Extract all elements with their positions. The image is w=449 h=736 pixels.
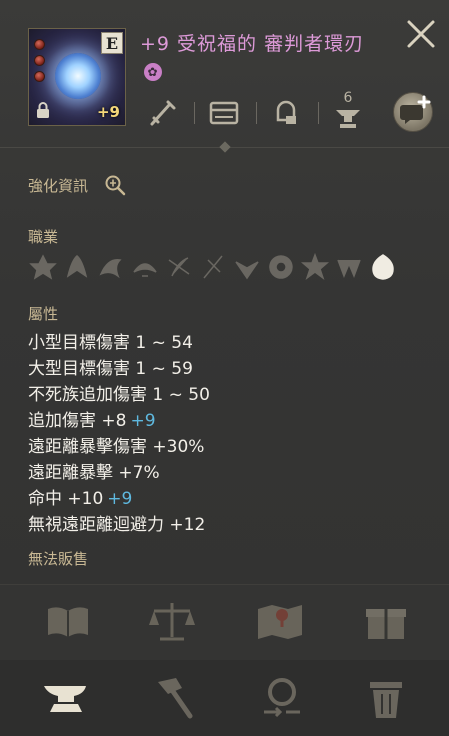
close-icon[interactable] <box>403 16 439 52</box>
stat-label: 無視遠距離迴避力 +12 <box>28 515 206 535</box>
class-icon-6 <box>203 255 223 279</box>
magnify-swap-icon[interactable] <box>256 672 308 724</box>
stat-bonus: +9 <box>130 411 156 431</box>
stat-row: 遠距離暴擊傷害 +30% <box>28 434 428 460</box>
class-icon-1 <box>29 254 57 280</box>
stat-label: 遠距離暴擊 +7% <box>28 463 160 483</box>
item-orb-image <box>55 53 101 99</box>
stat-label: 大型目標傷害 1 ~ 59 <box>28 359 193 379</box>
weapon-icon[interactable] <box>142 92 182 132</box>
stat-row: 小型目標傷害 1 ~ 54 <box>28 330 428 356</box>
socket-gem-icon <box>34 71 45 82</box>
grade-badge: E <box>101 32 123 54</box>
class-icon-11 <box>372 254 394 280</box>
toolbar-separator <box>318 102 319 124</box>
toolbar-separator <box>194 102 195 124</box>
socket-gem-icon <box>34 55 45 66</box>
anvil-icon[interactable] <box>40 672 92 724</box>
stat-label: 命中 +10 <box>28 489 104 509</box>
stat-label: 追加傷害 +8 <box>28 411 127 431</box>
trash-icon[interactable] <box>360 672 412 724</box>
attributes-label: 屬性 <box>28 305 59 323</box>
stat-row: 遠距離暴擊 +7% <box>28 460 428 486</box>
enhance-info-label[interactable]: 強化資訊 <box>28 175 88 196</box>
map-icon[interactable] <box>254 595 306 647</box>
item-title-text: +9 受祝福的 審判者環刃 <box>140 33 365 55</box>
item-icon-frame[interactable]: E +9 <box>28 28 126 126</box>
stat-label: 遠距離暴擊傷害 +30% <box>28 437 205 457</box>
magnifier-icon[interactable] <box>104 174 126 196</box>
stat-row: 追加傷害 +8 +9 <box>28 408 428 434</box>
item-tooltip-panel: E +9 +9 受祝福的 審判者環刃 ✿ 6 強化資訊 職業 屬性 小型目標傷害 … <box>0 0 449 736</box>
stat-label: 不死族追加傷害 1 ~ 50 <box>28 385 210 405</box>
class-icon-10 <box>337 259 361 279</box>
helmet-icon[interactable] <box>266 92 306 132</box>
stat-bonus: +9 <box>107 489 133 509</box>
chat-plus-icon <box>400 95 431 124</box>
refine-level: +9 <box>96 103 120 121</box>
action-bar <box>0 584 449 660</box>
socket-gem-icon <box>34 39 45 50</box>
class-icon-8 <box>269 255 293 279</box>
stat-label: 小型目標傷害 1 ~ 54 <box>28 333 193 353</box>
stat-row: 無視遠距離迴避力 +12 <box>28 512 428 538</box>
hammer-icon[interactable] <box>146 672 198 724</box>
level-icon[interactable]: 6 <box>328 90 368 132</box>
class-icon-5 <box>168 257 190 277</box>
class-icon-3 <box>99 259 122 279</box>
blessed-badge-icon: ✿ <box>144 63 162 81</box>
job-label: 職業 <box>28 228 59 246</box>
class-icon-2 <box>66 255 88 278</box>
class-icon-7 <box>235 261 259 280</box>
lock-icon <box>37 102 49 118</box>
stat-row: 不死族追加傷害 1 ~ 50 <box>28 382 428 408</box>
chat-plus-button[interactable] <box>393 92 433 132</box>
scale-icon[interactable] <box>146 595 198 647</box>
not-sellable-label: 無法販售 <box>28 550 89 568</box>
toolbar-separator <box>256 102 257 124</box>
class-icon-9 <box>300 252 330 281</box>
stat-list: 小型目標傷害 1 ~ 54 大型目標傷害 1 ~ 59 不死族追加傷害 1 ~ 50… <box>28 330 428 538</box>
class-icon-4 <box>133 263 157 277</box>
class-icon-list <box>28 252 398 284</box>
stat-row: 大型目標傷害 1 ~ 59 <box>28 356 428 382</box>
bottom-bar <box>0 660 449 736</box>
anvil-small-icon <box>336 110 360 128</box>
gift-box-icon[interactable] <box>360 595 412 647</box>
stat-row: 命中 +10 +9 <box>28 486 428 512</box>
divider-ornament <box>219 141 231 153</box>
level-number: 6 <box>343 90 353 106</box>
card-icon[interactable] <box>204 92 244 132</box>
book-icon[interactable] <box>42 595 94 647</box>
item-title: +9 受祝福的 審判者環刃 ✿ <box>140 30 380 86</box>
